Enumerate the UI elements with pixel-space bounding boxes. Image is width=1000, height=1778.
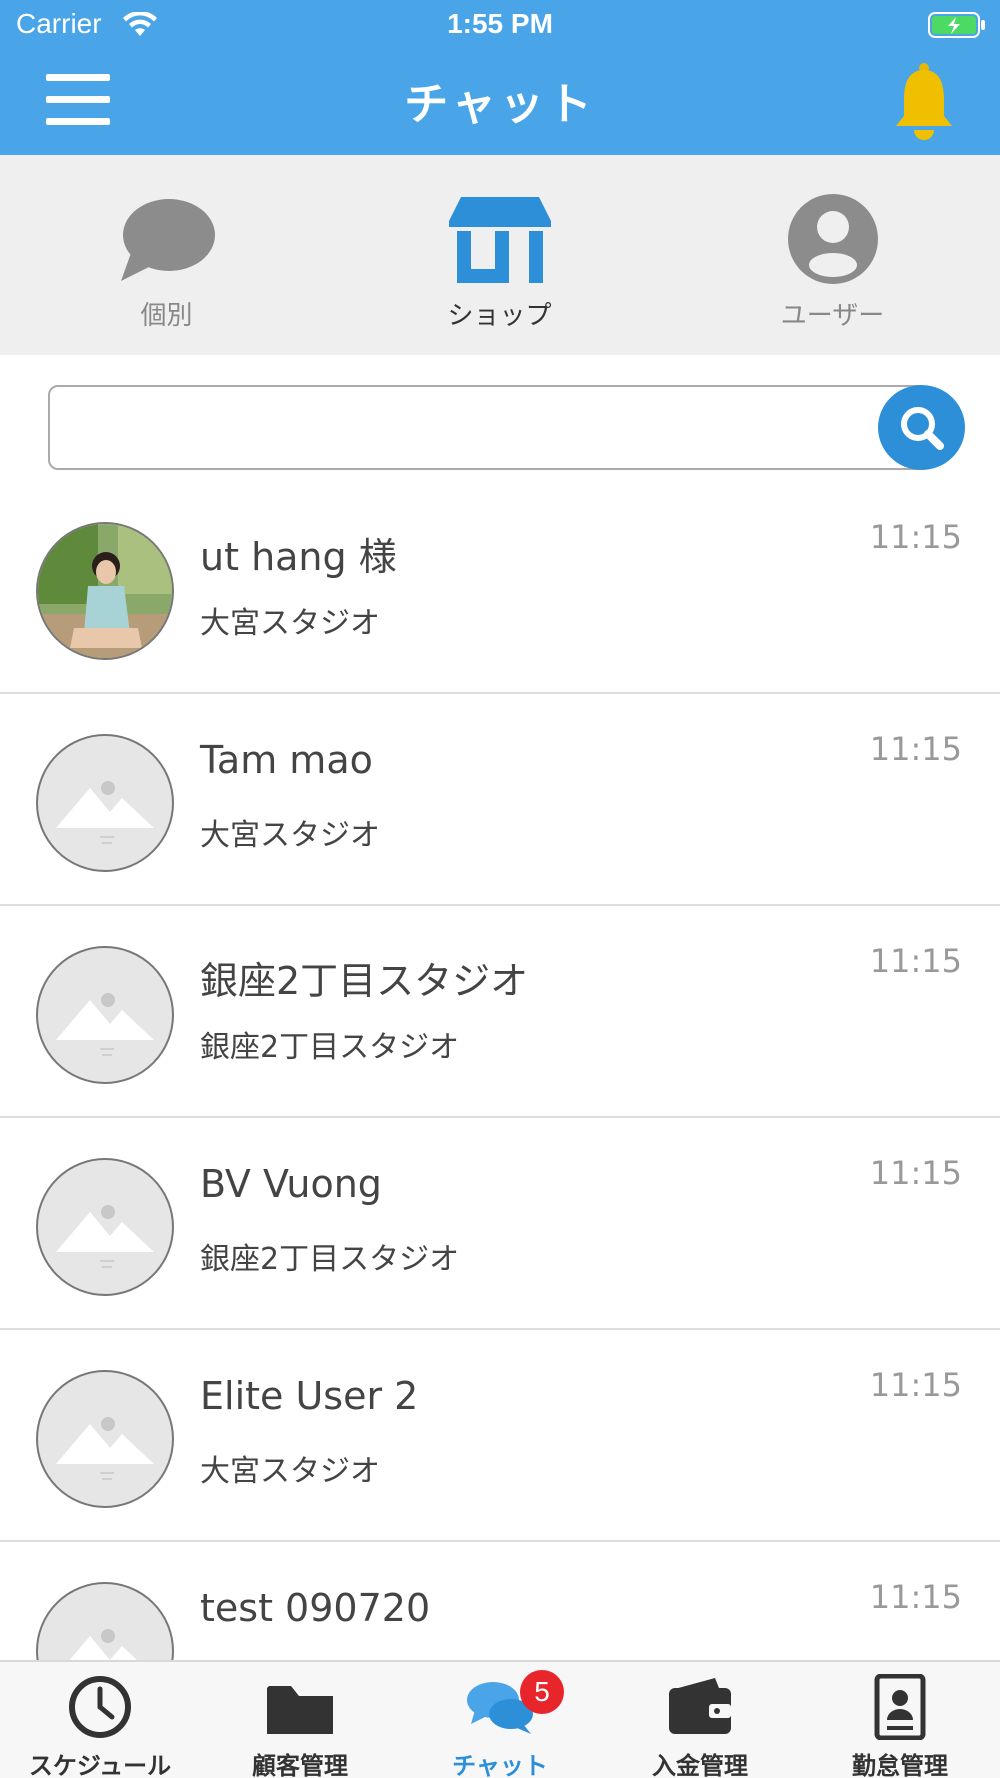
page-title: チャット	[404, 79, 596, 130]
chat-row[interactable]: Elite User 2 大宮スタジオ 11:15	[0, 1330, 1000, 1542]
chat-time: 11:15	[869, 518, 962, 556]
tab-shop[interactable]: ショップ	[333, 155, 666, 355]
status-time: 1:55 PM	[447, 8, 553, 39]
tab-user[interactable]: ユーザー	[666, 155, 999, 355]
folder-icon	[267, 1686, 333, 1734]
chat-name: 銀座2丁目スタジオ	[200, 959, 529, 1003]
wallet-icon	[669, 1678, 731, 1734]
search-input[interactable]	[48, 385, 928, 470]
chat-time: 11:15	[869, 1578, 962, 1616]
placeholder-image-icon	[56, 781, 154, 844]
chat-time: 11:15	[869, 942, 962, 980]
placeholder-image-icon	[56, 1205, 154, 1268]
bottom-tab-bar: スケジュール 顧客管理 5 チャット 入金管理 勤怠管理	[0, 1660, 1000, 1778]
chat-list: ut hang 様 大宮スタジオ 11:15 Tam mao 大宮スタジオ 11…	[0, 482, 1000, 1660]
chat-row[interactable]: test 090720 11:15	[0, 1542, 1000, 1660]
chat-shop: 大宮スタジオ	[200, 818, 380, 853]
avatar	[36, 734, 174, 872]
search-bar	[48, 385, 965, 470]
chat-shop: 銀座2丁目スタジオ	[200, 1030, 460, 1065]
avatar	[36, 946, 174, 1084]
app-header: Carrier 1:55 PM チャット	[0, 0, 1000, 155]
tab-chat[interactable]: 5 チャット	[400, 1662, 600, 1778]
tab-user-label: ユーザー	[780, 301, 885, 331]
placeholder-image-icon	[56, 993, 154, 1056]
chat-name: ut hang 様	[200, 535, 397, 579]
chat-type-tabs: 個別 ショップ ユーザー	[0, 155, 1000, 355]
user-icon	[787, 194, 878, 284]
search-button[interactable]	[878, 385, 965, 470]
tab-individual-label: 個別	[140, 301, 193, 331]
tab-schedule-label: スケジュール	[28, 1752, 172, 1778]
placeholder-image-icon	[56, 1417, 154, 1480]
chat-name: Tam mao	[200, 738, 373, 782]
tab-shop-label: ショップ	[447, 301, 552, 331]
chat-time: 11:15	[869, 1366, 962, 1404]
avatar	[36, 1158, 174, 1296]
tab-attendance[interactable]: 勤怠管理	[800, 1662, 1000, 1778]
tab-customers-label: 顧客管理	[252, 1752, 348, 1778]
clock-icon	[69, 1676, 131, 1738]
battery-icon	[928, 12, 985, 38]
tab-attendance-label: 勤怠管理	[852, 1752, 948, 1778]
status-bar: Carrier 1:55 PM	[0, 0, 1000, 50]
chat-name: BV Vuong	[200, 1162, 382, 1206]
id-card-icon	[874, 1674, 926, 1740]
tab-payments[interactable]: 入金管理	[600, 1662, 800, 1778]
chat-shop: 大宮スタジオ	[200, 1454, 380, 1489]
tab-customers[interactable]: 顧客管理	[200, 1662, 400, 1778]
speech-bubble-icon	[120, 199, 215, 281]
avatar	[36, 1582, 174, 1660]
placeholder-image-icon	[69, 1629, 137, 1660]
tab-individual[interactable]: 個別	[0, 155, 333, 355]
chat-time: 11:15	[869, 730, 962, 768]
chat-row[interactable]: 銀座2丁目スタジオ 銀座2丁目スタジオ 11:15	[0, 906, 1000, 1118]
tab-chat-label: チャット	[452, 1752, 548, 1778]
user-photo	[38, 524, 172, 658]
chat-row[interactable]: Tam mao 大宮スタジオ 11:15	[0, 694, 1000, 906]
chat-row[interactable]: BV Vuong 銀座2丁目スタジオ 11:15	[0, 1118, 1000, 1330]
bell-icon[interactable]	[892, 62, 956, 142]
chat-name: test 090720	[200, 1586, 431, 1630]
chat-row[interactable]: ut hang 様 大宮スタジオ 11:15	[0, 482, 1000, 694]
chat-name: Elite User 2	[200, 1374, 419, 1418]
search-icon	[901, 407, 944, 450]
chat-shop: 銀座2丁目スタジオ	[200, 1242, 460, 1277]
unread-badge: 5	[520, 1670, 564, 1714]
avatar	[36, 1370, 174, 1508]
shop-icon	[448, 197, 551, 283]
tab-payments-label: 入金管理	[652, 1752, 748, 1778]
chat-shop: 大宮スタジオ	[200, 606, 380, 641]
tab-schedule[interactable]: スケジュール	[0, 1662, 200, 1778]
chat-time: 11:15	[869, 1154, 962, 1192]
avatar	[36, 522, 174, 660]
